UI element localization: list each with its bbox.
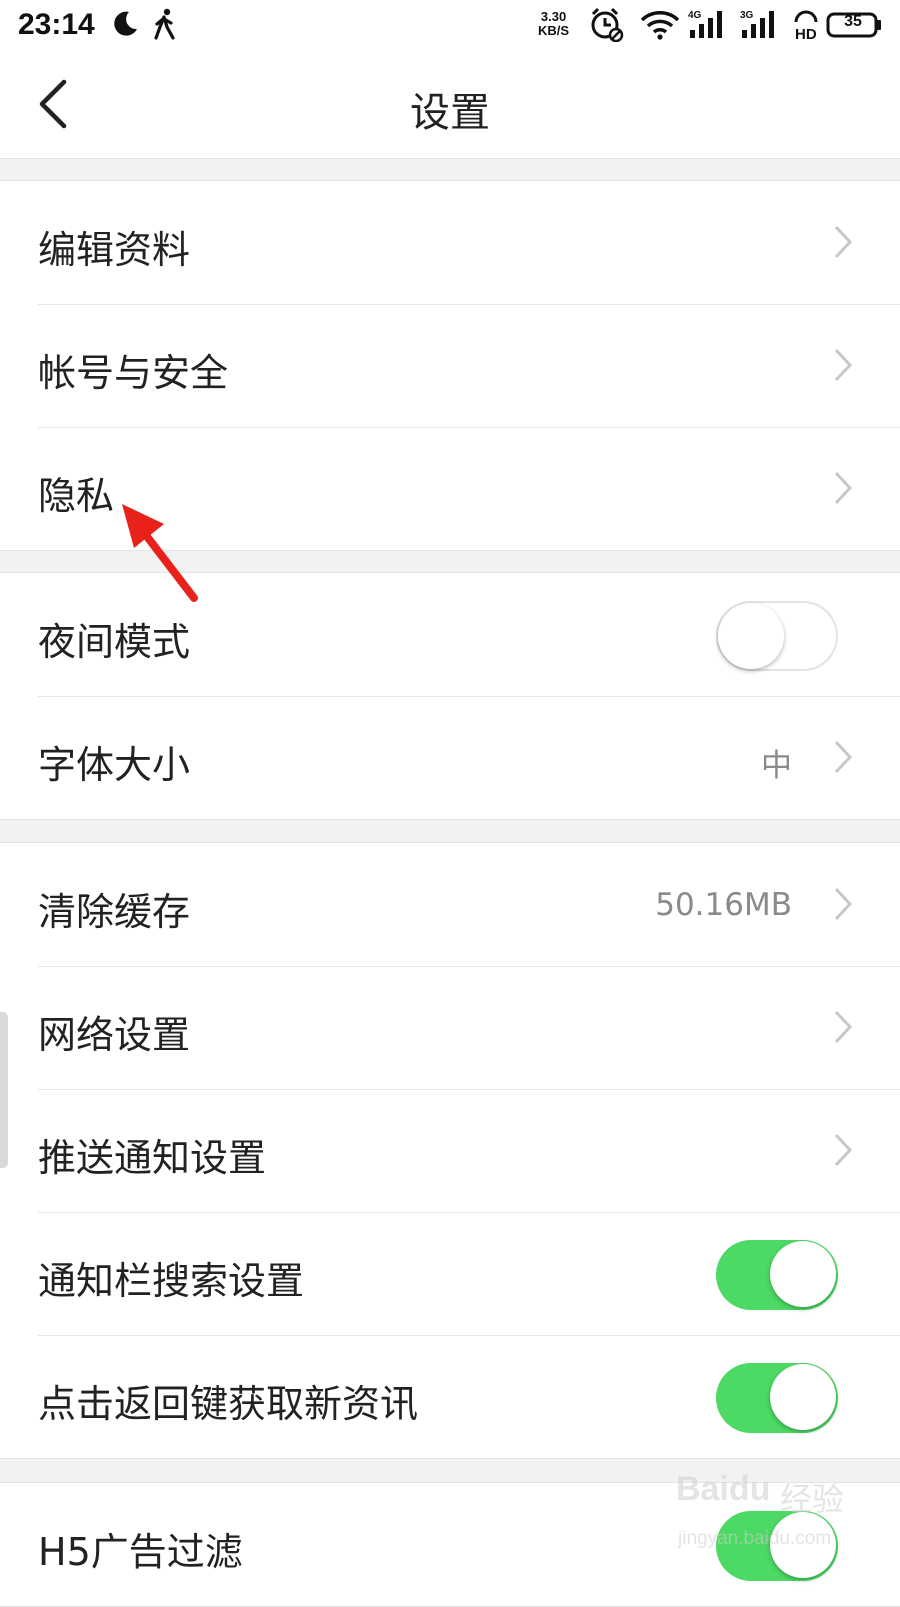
walking-icon	[154, 8, 175, 40]
watermark-logo: Baidu	[676, 1470, 771, 1508]
row-edit-profile[interactable]: 编辑资料	[0, 181, 900, 304]
hd-call-icon: HD	[794, 10, 818, 40]
row-label: 网络设置	[38, 1013, 191, 1057]
wifi-icon	[640, 11, 680, 40]
chevron-right-icon	[834, 1133, 853, 1167]
row-notification-bar-search: 通知栏搜索设置	[0, 1212, 900, 1335]
toggle-knob	[770, 1364, 836, 1430]
battery-level: 35	[844, 13, 862, 30]
row-privacy[interactable]: 隐私	[0, 427, 900, 550]
page-title: 设置	[410, 90, 490, 136]
row-push-notification-settings[interactable]: 推送通知设置	[0, 1089, 900, 1212]
chevron-right-icon	[834, 887, 853, 921]
settings-group-display: 夜间模式 字体大小 中	[0, 572, 900, 820]
signal-4g-icon: 4G	[688, 10, 722, 38]
moon-icon	[114, 11, 137, 36]
cache-size-value: 50.16MB	[655, 887, 792, 923]
net-4g-label: 4G	[688, 10, 702, 21]
back-key-refresh-toggle[interactable]	[716, 1363, 838, 1433]
baidu-jingyan-watermark: Baidu 经验 jingyan.baidu.com	[676, 1470, 846, 1570]
row-clear-cache[interactable]: 清除缓存 50.16MB	[0, 843, 900, 966]
row-label: 通知栏搜索设置	[38, 1259, 305, 1303]
chevron-right-icon	[834, 1010, 853, 1044]
nav-bar: 设置	[0, 50, 900, 159]
notification-bar-search-toggle[interactable]	[716, 1240, 838, 1310]
row-label: 隐私	[38, 474, 115, 518]
row-label: 字体大小	[38, 743, 191, 787]
network-speed: 3.30 KB/S	[538, 10, 569, 38]
chevron-right-icon	[834, 348, 853, 382]
watermark-url: jingyan.baidu.com	[678, 1528, 832, 1549]
net-3g-label: 3G	[740, 10, 754, 21]
chevron-right-icon	[834, 471, 853, 505]
status-time: 23:14	[18, 8, 95, 41]
row-account-security[interactable]: 帐号与安全	[0, 304, 900, 427]
night-mode-toggle[interactable]	[716, 601, 838, 671]
speed-unit: KB/S	[538, 23, 570, 38]
chevron-right-icon	[834, 225, 853, 259]
settings-group-account: 编辑资料 帐号与安全 隐私	[0, 180, 900, 551]
row-label: 清除缓存	[38, 890, 191, 934]
row-night-mode: 夜间模式	[0, 573, 900, 696]
row-label: 点击返回键获取新资讯	[38, 1382, 419, 1426]
row-back-key-refresh: 点击返回键获取新资讯	[0, 1335, 900, 1458]
row-font-size[interactable]: 字体大小 中	[0, 696, 900, 819]
settings-group-general: 清除缓存 50.16MB 网络设置 推送通知设置 通知栏搜索设置 点击返回键获取…	[0, 842, 900, 1459]
chevron-right-icon	[834, 740, 853, 774]
toggle-knob	[718, 603, 784, 669]
toggle-knob	[770, 1241, 836, 1307]
row-label: 编辑资料	[38, 228, 191, 272]
row-label: 夜间模式	[38, 620, 191, 664]
hd-label: HD	[795, 26, 817, 40]
alarm-icon	[591, 7, 624, 42]
edge-swipe-handle[interactable]	[0, 1012, 8, 1168]
watermark-text: 经验	[780, 1480, 845, 1518]
row-network-settings[interactable]: 网络设置	[0, 966, 900, 1089]
status-bar: 23:14 3.30 KB/S 4G 3G HD 35	[0, 0, 900, 50]
speed-value: 3.30	[540, 9, 567, 24]
row-label: H5广告过滤	[38, 1530, 243, 1574]
row-label: 推送通知设置	[38, 1136, 267, 1180]
row-label: 帐号与安全	[38, 351, 229, 395]
signal-3g-icon: 3G	[740, 10, 774, 38]
font-size-value: 中	[761, 748, 792, 784]
